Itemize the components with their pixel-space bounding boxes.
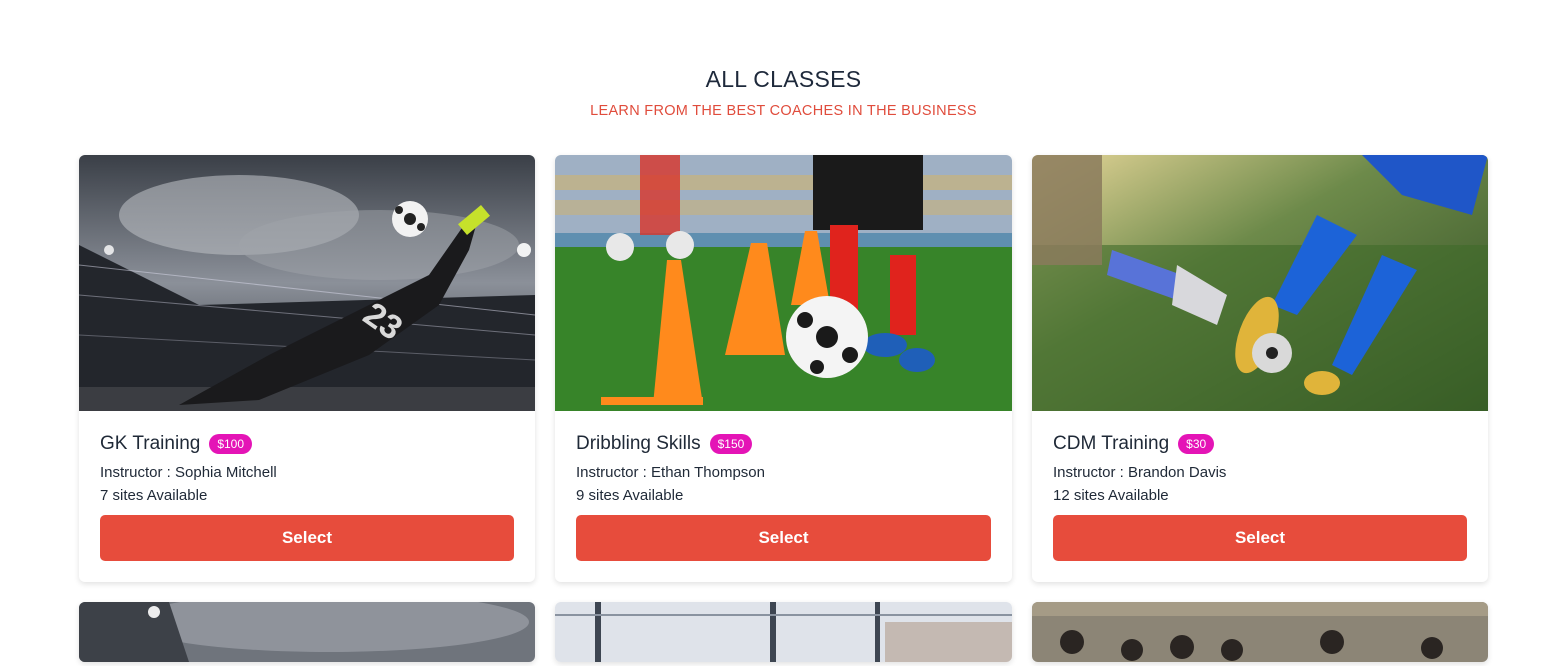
class-card: CDM Training $30 Instructor : Brandon Da… [1032,155,1488,582]
price-badge: $150 [709,434,753,454]
select-button[interactable]: Select [100,515,514,561]
instructor-text: Instructor : Sophia Mitchell [100,464,277,481]
class-card: Dribbling Skills $150 Instructor : Ethan… [555,155,1012,582]
class-card: 23 GK Training $100 Instructor : Sophia … [79,155,535,582]
section-subtitle: LEARN FROM THE BEST COACHES IN THE BUSIN… [590,103,977,119]
class-name: CDM Training [1053,433,1170,454]
class-name: Dribbling Skills [576,433,701,454]
class-card-body: CDM Training $30 Instructor : Brandon Da… [1032,411,1488,582]
class-name: GK Training [100,433,201,454]
classes-grid: 23 GK Training $100 Instructor : Sophia … [79,155,1488,662]
select-button[interactable]: Select [576,515,991,561]
class-title-row: CDM Training $30 [1053,433,1467,455]
select-button[interactable]: Select [1053,515,1467,561]
class-image-team [1032,602,1488,662]
sites-available-text: 7 sites Available [100,487,208,504]
class-image-goalkeeper: 23 [79,155,535,411]
price-badge: $100 [209,434,253,454]
sites-available-text: 12 sites Available [1053,487,1169,504]
instructor-text: Instructor : Ethan Thompson [576,464,765,481]
sites-available-text: 9 sites Available [576,487,684,504]
class-title-row: GK Training $100 [100,433,514,455]
class-image-fence [555,602,1012,662]
instructor-text: Instructor : Brandon Davis [1053,464,1227,481]
section-title: ALL CLASSES [705,66,862,92]
class-image-tackle [1032,155,1488,411]
section-header: ALL CLASSES LEARN FROM THE BEST COACHES … [0,66,1567,119]
class-card [1032,602,1488,662]
class-card [79,602,535,662]
class-title-row: Dribbling Skills $150 [576,433,991,455]
class-card-body: GK Training $100 Instructor : Sophia Mit… [79,411,535,582]
class-image-stadium [79,602,535,662]
class-card-body: Dribbling Skills $150 Instructor : Ethan… [555,411,1012,582]
price-badge: $30 [1178,434,1215,454]
class-image-dribbling [555,155,1012,411]
class-card [555,602,1012,662]
